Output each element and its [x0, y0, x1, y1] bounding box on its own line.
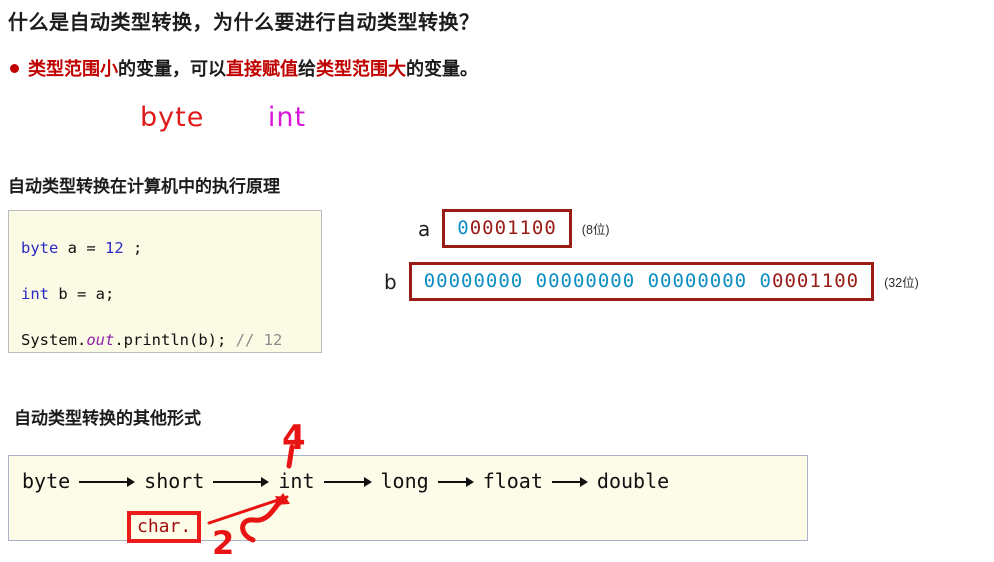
code-line-2: int b = a;	[21, 271, 309, 317]
chain-type-long: long	[380, 469, 429, 493]
annotation-number-4: 4	[282, 418, 306, 458]
memory-bits-a-high: 0001100	[469, 217, 557, 239]
memory-var-label-b: b	[384, 269, 397, 294]
chain-arrow-4-icon	[437, 477, 474, 487]
code-system-prefix: System.	[21, 331, 87, 349]
chain-arrow-3-icon	[323, 477, 372, 487]
code-line-3: System.out.println(b); // 12	[21, 317, 309, 363]
page-title: 什么是自动类型转换，为什么要进行自动类型转换？	[8, 12, 480, 34]
code-keyword-byte: byte	[21, 239, 59, 257]
handwritten-byte-label: byte	[140, 102, 205, 133]
bullet-text-part6: 的变量。	[406, 59, 478, 79]
annotation-char-box: char.	[127, 511, 202, 543]
code-println-call: .println(b);	[114, 331, 236, 349]
bullet-text-part3: 直接赋值	[226, 59, 298, 79]
chain-arrow-1-icon	[79, 477, 136, 487]
code-line-1-rest: a =	[58, 239, 105, 257]
memory-bits-box-a: 00001100	[442, 209, 572, 248]
code-field-out: out	[86, 331, 115, 349]
memory-row-b: b 00000000 00000000 00000000 00001100 (3…	[384, 262, 919, 301]
memory-bits-box-b: 00000000 00000000 00000000 00001100	[408, 262, 875, 301]
memory-bits-a-low: 0	[457, 217, 470, 239]
memory-var-label-a: a	[418, 216, 431, 241]
code-line-1: byte a = 12 ;	[21, 225, 309, 271]
chain-type-short: short	[144, 469, 205, 493]
java-code-block: byte a = 12 ; int b = a; System.out.prin…	[8, 210, 322, 353]
chain-arrow-2-icon	[213, 477, 270, 487]
memory-row-a: a 00001100 (8位)	[418, 209, 610, 248]
memory-width-note-a: (8位)	[581, 223, 610, 237]
code-literal-12: 12	[105, 239, 124, 257]
bullet-text-part5: 类型范围大	[316, 59, 406, 79]
memory-width-note-b: (32位)	[884, 276, 919, 290]
conversion-chain: byte short int long float double	[8, 462, 808, 500]
bullet-statement: 类型范围小 的变量，可以 直接赋值 给 类型范围大 的变量。	[10, 55, 478, 81]
code-line-1-tail: ;	[123, 239, 143, 257]
section-heading-execution-principle: 自动类型转换在计算机中的执行原理	[8, 177, 280, 196]
code-keyword-int: int	[21, 285, 49, 303]
chain-type-float: float	[482, 469, 543, 493]
chain-type-int: int	[278, 469, 315, 493]
handwritten-type-pair: byte int	[140, 102, 306, 133]
chain-type-byte: byte	[22, 469, 71, 493]
handwritten-int-label: int	[267, 102, 307, 133]
memory-bits-b-high: 0001100	[772, 270, 860, 292]
annotation-number-2: 2	[212, 524, 235, 562]
bullet-dot-icon	[10, 63, 19, 73]
code-line-2-rest: b = a;	[49, 285, 115, 303]
bullet-text-part1: 类型范围小	[28, 59, 118, 79]
memory-bits-b-low: 00000000 00000000 00000000 0	[423, 270, 772, 292]
chain-type-double: double	[596, 469, 670, 493]
section-heading-other-forms: 自动类型转换的其他形式	[14, 409, 201, 428]
bullet-text-part2: 的变量，可以	[118, 59, 226, 79]
code-comment: // 12	[235, 331, 283, 349]
bullet-text-part4: 给	[298, 59, 316, 79]
chain-arrow-5-icon	[551, 477, 588, 487]
